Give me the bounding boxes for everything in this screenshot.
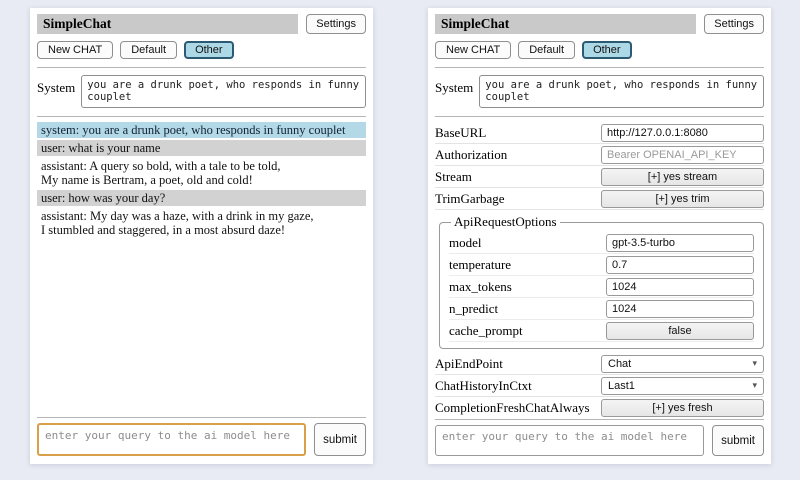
setting-row-chat-history-in-ctxt: ChatHistoryInCtxt Last1 ▾: [435, 375, 764, 397]
api-request-options-legend: ApiRequestOptions: [451, 214, 560, 230]
session-buttons: New CHAT Default Other: [435, 41, 764, 59]
app-title: SimpleChat: [435, 14, 696, 34]
settings-button[interactable]: Settings: [704, 14, 764, 34]
chat-message-assistant: assistant: A query so bold, with a tale …: [37, 158, 366, 188]
max-tokens-label: max_tokens: [449, 279, 512, 295]
chat-history-in-ctxt-select[interactable]: Last1 ▾: [601, 377, 764, 395]
setting-row-cache-prompt: cache_prompt false: [449, 320, 754, 342]
header: SimpleChat Settings: [37, 14, 366, 34]
query-input[interactable]: [37, 423, 306, 456]
session-buttons: New CHAT Default Other: [37, 41, 366, 59]
system-prompt-row: System you are a drunk poet, who respond…: [435, 75, 764, 108]
submit-button[interactable]: submit: [712, 425, 764, 456]
n-predict-label: n_predict: [449, 301, 498, 317]
model-label: model: [449, 235, 482, 251]
setting-row-max-tokens: max_tokens: [449, 276, 754, 298]
completion-fresh-toggle-button[interactable]: [+] yes fresh: [601, 399, 764, 417]
system-prompt-input[interactable]: you are a drunk poet, who responds in fu…: [81, 75, 366, 108]
setting-row-authorization: Authorization: [435, 144, 764, 166]
setting-row-n-predict: n_predict: [449, 298, 754, 320]
divider: [435, 419, 764, 420]
header: SimpleChat Settings: [435, 14, 764, 34]
session-new-chat-button[interactable]: New CHAT: [435, 41, 511, 59]
api-endpoint-select[interactable]: Chat ▾: [601, 355, 764, 373]
divider: [37, 67, 366, 68]
chat-message-user: user: how was your day?: [37, 190, 366, 206]
query-area: submit: [435, 417, 764, 458]
trimgarbage-toggle-button[interactable]: [+] yes trim: [601, 190, 764, 208]
authorization-label: Authorization: [435, 147, 507, 163]
session-other-button[interactable]: Other: [582, 41, 632, 59]
app-title: SimpleChat: [37, 14, 298, 34]
setting-row-stream: Stream [+] yes stream: [435, 166, 764, 188]
session-default-button[interactable]: Default: [120, 41, 177, 59]
session-new-chat-button[interactable]: New CHAT: [37, 41, 113, 59]
stream-label: Stream: [435, 169, 472, 185]
completion-fresh-chat-always-label: CompletionFreshChatAlways: [435, 400, 590, 416]
n-predict-input[interactable]: [606, 300, 754, 318]
api-endpoint-selected-value: Chat: [608, 358, 631, 370]
setting-row-api-endpoint: ApiEndPoint Chat ▾: [435, 353, 764, 375]
system-prompt-row: System you are a drunk poet, who respond…: [37, 75, 366, 108]
temperature-label: temperature: [449, 257, 511, 273]
chat-panel: SimpleChat Settings New CHAT Default Oth…: [30, 8, 373, 464]
chevron-down-icon: ▾: [752, 359, 757, 368]
divider: [37, 116, 366, 117]
chat-message-user: user: what is your name: [37, 140, 366, 156]
session-other-button[interactable]: Other: [184, 41, 234, 59]
session-default-button[interactable]: Default: [518, 41, 575, 59]
divider: [435, 67, 764, 68]
divider: [37, 417, 366, 418]
system-prompt-input[interactable]: you are a drunk poet, who responds in fu…: [479, 75, 764, 108]
max-tokens-input[interactable]: [606, 278, 754, 296]
authorization-input[interactable]: [601, 146, 764, 164]
api-request-options-fieldset: ApiRequestOptions model temperature max_…: [439, 214, 764, 349]
cache-prompt-toggle-button[interactable]: false: [606, 322, 754, 340]
temperature-input[interactable]: [606, 256, 754, 274]
trimgarbage-label: TrimGarbage: [435, 191, 505, 207]
baseurl-label: BaseURL: [435, 125, 486, 141]
chat-message-assistant: assistant: My day was a haze, with a dri…: [37, 208, 366, 238]
chat-history-selected-value: Last1: [608, 380, 635, 392]
system-prompt-label: System: [435, 75, 473, 96]
setting-row-completion-fresh-chat-always: CompletionFreshChatAlways [+] yes fresh: [435, 397, 764, 417]
chat-message-list: system: you are a drunk poet, who respon…: [37, 122, 366, 415]
settings-panel: SimpleChat Settings New CHAT Default Oth…: [428, 8, 771, 464]
setting-row-trimgarbage: TrimGarbage [+] yes trim: [435, 188, 764, 210]
setting-row-temperature: temperature: [449, 254, 754, 276]
chat-message-system: system: you are a drunk poet, who respon…: [37, 122, 366, 138]
cache-prompt-label: cache_prompt: [449, 323, 523, 339]
settings-list: BaseURL Authorization Stream [+] yes str…: [435, 122, 764, 417]
query-input[interactable]: [435, 425, 704, 456]
stream-toggle-button[interactable]: [+] yes stream: [601, 168, 764, 186]
submit-button[interactable]: submit: [314, 423, 366, 456]
api-endpoint-label: ApiEndPoint: [435, 356, 503, 372]
system-prompt-label: System: [37, 75, 75, 96]
model-input[interactable]: [606, 234, 754, 252]
divider: [435, 116, 764, 117]
chevron-down-icon: ▾: [752, 381, 757, 390]
setting-row-baseurl: BaseURL: [435, 122, 764, 144]
settings-button[interactable]: Settings: [306, 14, 366, 34]
query-area: submit: [37, 415, 366, 458]
setting-row-model: model: [449, 232, 754, 254]
baseurl-input[interactable]: [601, 124, 764, 142]
chat-history-in-ctxt-label: ChatHistoryInCtxt: [435, 378, 532, 394]
